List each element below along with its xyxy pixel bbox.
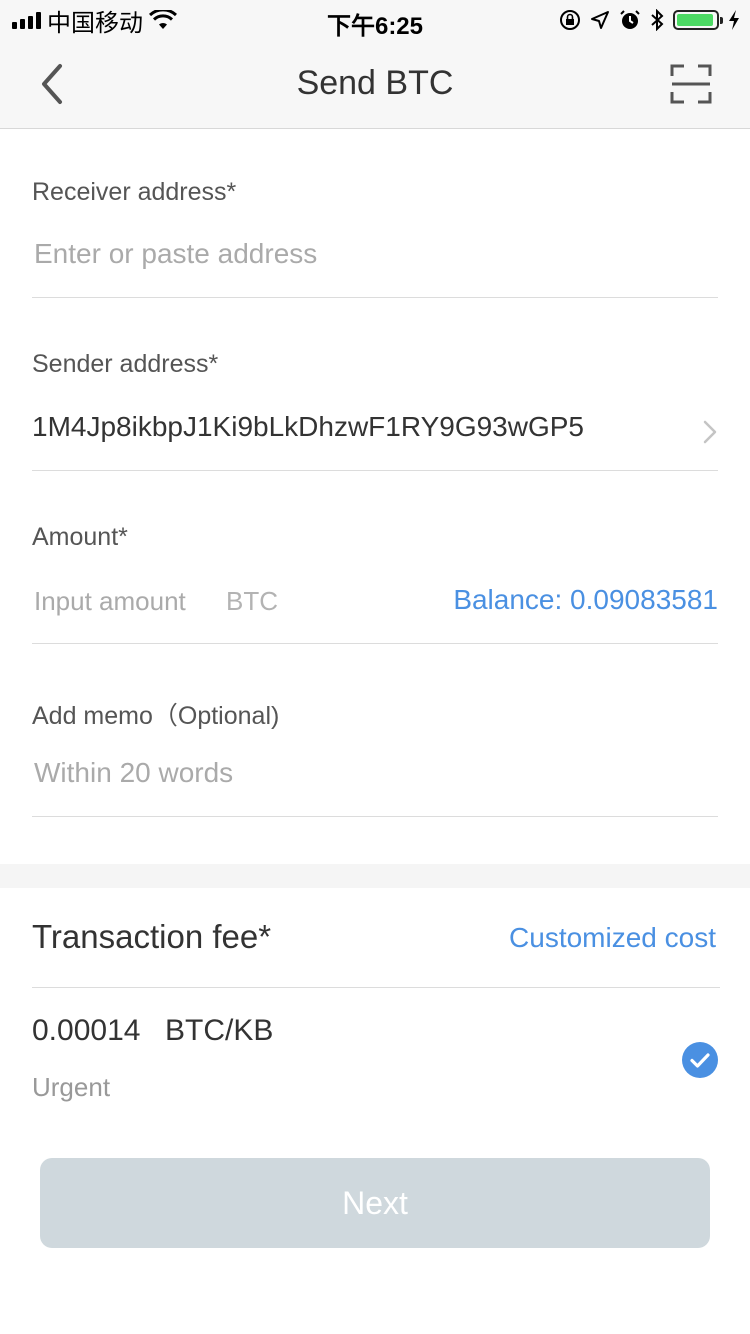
transaction-fee-title: Transaction fee* xyxy=(32,918,272,955)
nav-bar: Send BTC xyxy=(0,40,750,129)
memo-label: Add memo（Optional) xyxy=(32,702,280,730)
chevron-right-icon xyxy=(703,420,717,444)
sender-address-value: 1M4Jp8ikbpJ1Ki9bLkDhzwF1RY9G93wGP5 xyxy=(32,411,584,442)
receiver-address-input[interactable] xyxy=(34,236,694,272)
amount-label: Amount* xyxy=(32,523,128,551)
fee-divider xyxy=(32,987,720,988)
alarm-icon xyxy=(620,10,640,29)
status-bar: 中国移动 下午6:25 xyxy=(0,0,750,40)
fee-speed-label: Urgent xyxy=(32,1072,111,1102)
receiver-address-label: Receiver address* xyxy=(32,178,237,206)
customized-cost-link[interactable]: Customized cost xyxy=(509,922,716,954)
sender-address-section[interactable]: Sender address* 1M4Jp8ikbpJ1Ki9bLkDhzwF1… xyxy=(32,297,718,471)
sender-address-label: Sender address* xyxy=(32,350,219,378)
scan-icon xyxy=(670,64,712,104)
memo-section: Add memo（Optional) xyxy=(32,643,718,817)
bluetooth-icon xyxy=(651,9,664,31)
fee-rate-value: 0.00014 xyxy=(32,1014,141,1047)
section-separator xyxy=(0,864,750,888)
page-title: Send BTC xyxy=(296,64,454,102)
location-icon xyxy=(591,11,609,29)
battery-level xyxy=(677,14,713,26)
checkmark-icon xyxy=(690,1053,710,1068)
fee-rate-unit: BTC/KB xyxy=(165,1014,274,1047)
charging-icon xyxy=(729,10,739,30)
amount-unit: BTC xyxy=(226,586,278,616)
memo-input[interactable] xyxy=(34,755,694,791)
fee-option-selected[interactable] xyxy=(682,1042,718,1078)
scan-button[interactable] xyxy=(670,64,712,104)
amount-input[interactable] xyxy=(34,583,214,619)
amount-section: Amount* BTC Balance: 0.09083581 xyxy=(32,470,718,644)
receiver-address-section: Receiver address* xyxy=(32,128,718,298)
status-right xyxy=(559,6,740,34)
orientation-lock-icon xyxy=(560,10,580,30)
balance-label: Balance: 0.09083581 xyxy=(453,584,718,615)
next-button[interactable]: Next xyxy=(40,1158,710,1248)
battery-icon xyxy=(673,10,723,30)
